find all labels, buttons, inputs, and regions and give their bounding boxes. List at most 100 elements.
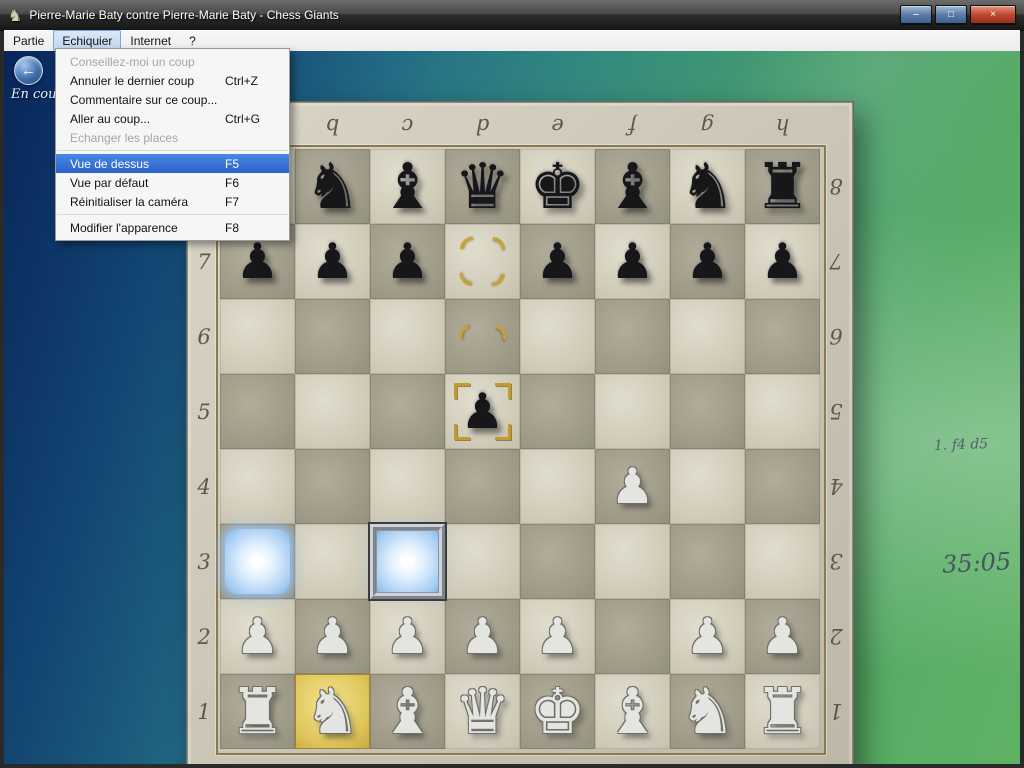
piece-wq-d1[interactable]: ♛ <box>445 674 520 749</box>
piece-wr-h1[interactable]: ♜ <box>745 674 820 749</box>
square-e6[interactable] <box>520 299 595 374</box>
piece-bq-d8[interactable]: ♛ <box>445 149 520 224</box>
piece-wk-e1[interactable]: ♚ <box>520 674 595 749</box>
square-h7[interactable]: ♟ <box>745 224 820 299</box>
square-e5[interactable] <box>520 374 595 449</box>
square-f6[interactable] <box>595 299 670 374</box>
minimize-button[interactable]: – <box>900 5 932 24</box>
square-e4[interactable] <box>520 449 595 524</box>
square-c1[interactable]: ♝ <box>370 674 445 749</box>
square-a5[interactable] <box>220 374 295 449</box>
square-a4[interactable] <box>220 449 295 524</box>
square-f3[interactable] <box>595 524 670 599</box>
menu-item-conseillez-moi-un-coup[interactable]: Conseillez-moi un coup <box>56 52 289 71</box>
square-a2[interactable]: ♟ <box>220 599 295 674</box>
square-b3[interactable] <box>295 524 370 599</box>
back-button[interactable]: ← <box>14 56 43 85</box>
square-b8[interactable]: ♞ <box>295 149 370 224</box>
square-c2[interactable]: ♟ <box>370 599 445 674</box>
menu-item-vue-par-defaut[interactable]: Vue par défautF6 <box>56 173 289 192</box>
piece-bk-e8[interactable]: ♚ <box>520 149 595 224</box>
piece-bp-e7[interactable]: ♟ <box>520 224 595 299</box>
square-f4[interactable]: ♟ <box>595 449 670 524</box>
square-g3[interactable] <box>670 524 745 599</box>
square-a1[interactable]: ♜ <box>220 674 295 749</box>
menu-item-aller-au-coup[interactable]: Aller au coup...Ctrl+G <box>56 109 289 128</box>
square-d5[interactable]: ♟ <box>445 374 520 449</box>
piece-wp-b2[interactable]: ♟ <box>295 599 370 674</box>
piece-br-h8[interactable]: ♜ <box>745 149 820 224</box>
square-a6[interactable] <box>220 299 295 374</box>
piece-wn-b1[interactable]: ♞ <box>295 674 370 749</box>
square-d4[interactable] <box>445 449 520 524</box>
piece-wb-c1[interactable]: ♝ <box>370 674 445 749</box>
menu-item-modifier-l-apparence[interactable]: Modifier l'apparenceF8 <box>56 218 289 237</box>
square-c7[interactable]: ♟ <box>370 224 445 299</box>
piece-wb-f1[interactable]: ♝ <box>595 674 670 749</box>
square-f8[interactable]: ♝ <box>595 149 670 224</box>
menu-item-vue-de-dessus[interactable]: Vue de dessusF5 <box>56 154 289 173</box>
square-d3[interactable] <box>445 524 520 599</box>
square-d6[interactable] <box>445 299 520 374</box>
square-c6[interactable] <box>370 299 445 374</box>
square-a3[interactable] <box>220 524 295 599</box>
square-h2[interactable]: ♟ <box>745 599 820 674</box>
square-g7[interactable]: ♟ <box>670 224 745 299</box>
square-h3[interactable] <box>745 524 820 599</box>
square-b2[interactable]: ♟ <box>295 599 370 674</box>
square-g2[interactable]: ♟ <box>670 599 745 674</box>
square-f7[interactable]: ♟ <box>595 224 670 299</box>
piece-bn-g8[interactable]: ♞ <box>670 149 745 224</box>
menubar-item-partie[interactable]: Partie <box>4 30 53 51</box>
square-c3[interactable] <box>370 524 445 599</box>
piece-bb-f8[interactable]: ♝ <box>595 149 670 224</box>
square-f2[interactable] <box>595 599 670 674</box>
square-b7[interactable]: ♟ <box>295 224 370 299</box>
square-e2[interactable]: ♟ <box>520 599 595 674</box>
square-b4[interactable] <box>295 449 370 524</box>
maximize-button[interactable]: □ <box>935 5 967 24</box>
piece-wp-e2[interactable]: ♟ <box>520 599 595 674</box>
square-g1[interactable]: ♞ <box>670 674 745 749</box>
piece-bp-h7[interactable]: ♟ <box>745 224 820 299</box>
square-b5[interactable] <box>295 374 370 449</box>
square-g8[interactable]: ♞ <box>670 149 745 224</box>
piece-wp-f4[interactable]: ♟ <box>595 449 670 524</box>
square-e1[interactable]: ♚ <box>520 674 595 749</box>
menu-item-reinitialiser-la-camera[interactable]: Réinitialiser la caméraF7 <box>56 192 289 211</box>
square-g5[interactable] <box>670 374 745 449</box>
square-e3[interactable] <box>520 524 595 599</box>
square-h5[interactable] <box>745 374 820 449</box>
piece-bp-b7[interactable]: ♟ <box>295 224 370 299</box>
piece-wp-a2[interactable]: ♟ <box>220 599 295 674</box>
piece-bp-c7[interactable]: ♟ <box>370 224 445 299</box>
square-b1[interactable]: ♞ <box>295 674 370 749</box>
piece-wr-a1[interactable]: ♜ <box>220 674 295 749</box>
square-h4[interactable] <box>745 449 820 524</box>
piece-wp-c2[interactable]: ♟ <box>370 599 445 674</box>
piece-bn-b8[interactable]: ♞ <box>295 149 370 224</box>
square-e7[interactable]: ♟ <box>520 224 595 299</box>
menu-item-annuler-le-dernier-coup[interactable]: Annuler le dernier coupCtrl+Z <box>56 71 289 90</box>
square-f1[interactable]: ♝ <box>595 674 670 749</box>
square-c8[interactable]: ♝ <box>370 149 445 224</box>
square-d2[interactable]: ♟ <box>445 599 520 674</box>
square-c5[interactable] <box>370 374 445 449</box>
square-g4[interactable] <box>670 449 745 524</box>
square-h6[interactable] <box>745 299 820 374</box>
square-d7[interactable] <box>445 224 520 299</box>
square-f5[interactable] <box>595 374 670 449</box>
piece-wn-g1[interactable]: ♞ <box>670 674 745 749</box>
square-h8[interactable]: ♜ <box>745 149 820 224</box>
piece-bp-f7[interactable]: ♟ <box>595 224 670 299</box>
piece-wp-g2[interactable]: ♟ <box>670 599 745 674</box>
square-d1[interactable]: ♛ <box>445 674 520 749</box>
close-button[interactable]: × <box>970 5 1016 24</box>
square-e8[interactable]: ♚ <box>520 149 595 224</box>
square-b6[interactable] <box>295 299 370 374</box>
menu-item-echanger-les-places[interactable]: Echanger les places <box>56 128 289 147</box>
menu-item-commentaire-sur-ce-coup[interactable]: Commentaire sur ce coup... <box>56 90 289 109</box>
square-c4[interactable] <box>370 449 445 524</box>
piece-bp-g7[interactable]: ♟ <box>670 224 745 299</box>
piece-bb-c8[interactable]: ♝ <box>370 149 445 224</box>
